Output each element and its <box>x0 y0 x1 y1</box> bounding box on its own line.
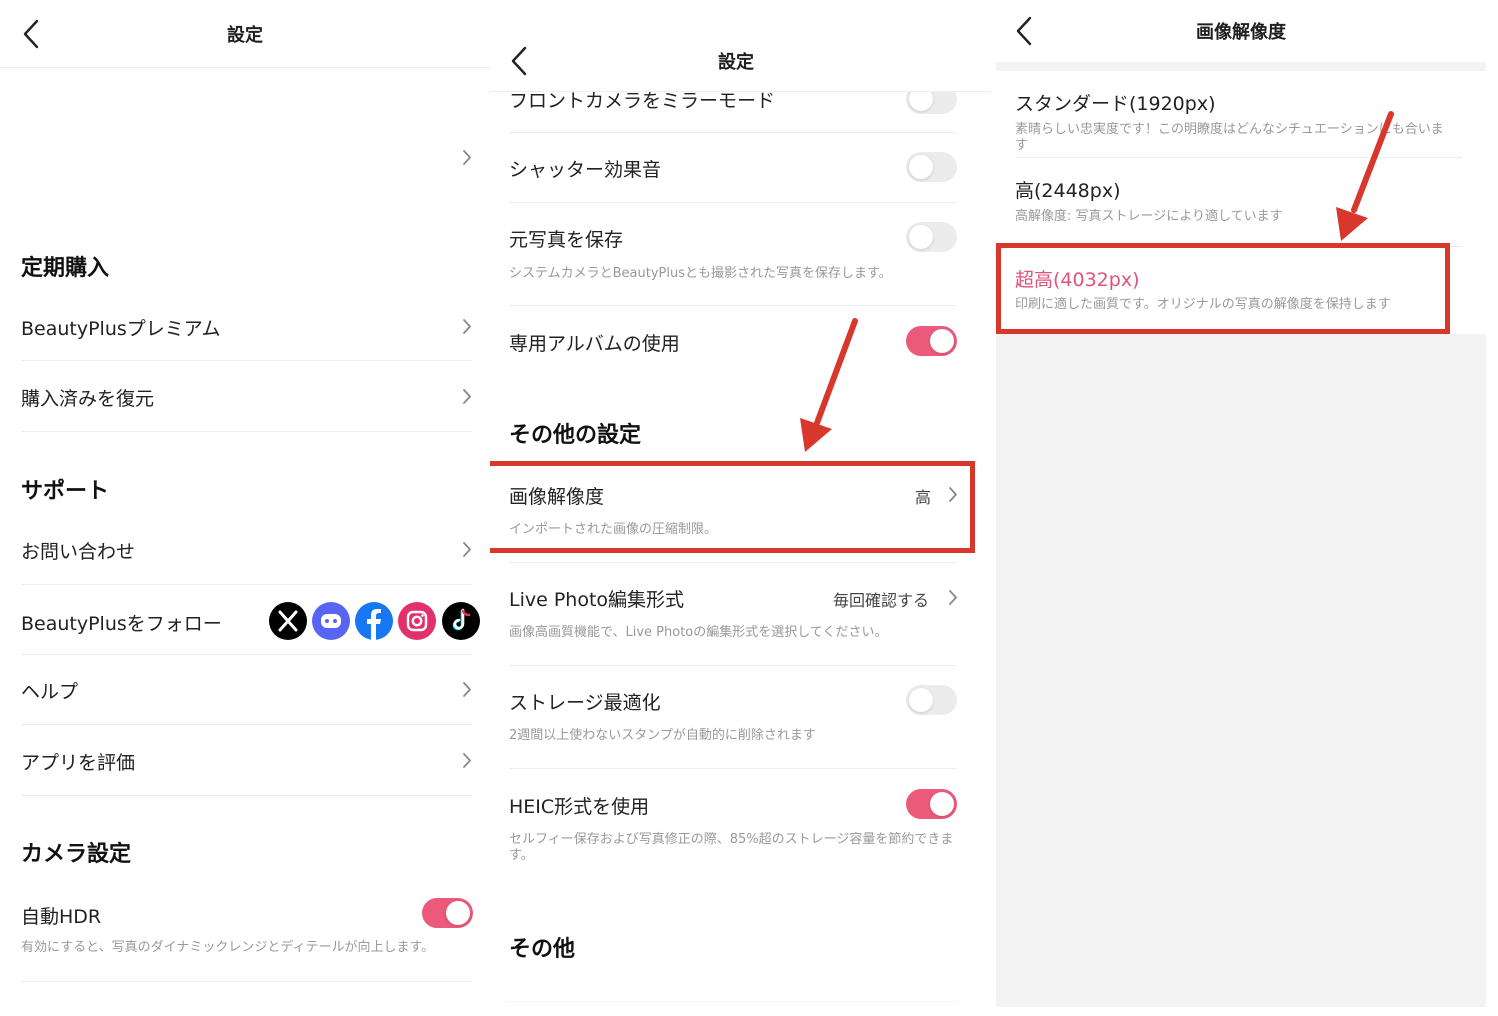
highlight-box <box>996 243 1450 334</box>
high-label: 高(2448px) <box>1015 180 1121 202</box>
chevron-right-icon <box>463 753 471 768</box>
rate-item[interactable]: アプリを評価 <box>21 744 472 794</box>
chevron-right-icon <box>463 319 471 334</box>
save-original-description: システムカメラとBeautyPlusとも撮影された写真を保存します。 <box>509 266 892 281</box>
page-title: 設定 <box>227 24 263 46</box>
page-title: 画像解像度 <box>1196 22 1286 43</box>
standard-label: スタンダード(1920px) <box>1015 93 1216 115</box>
live-photo-description: 画像高画質機能で、Live Photoの編集形式を選択してください。 <box>509 625 888 640</box>
hdr-toggle[interactable] <box>422 898 473 928</box>
divider <box>21 724 472 725</box>
shutter-toggle[interactable] <box>906 152 957 182</box>
divider <box>509 132 957 133</box>
premium-item[interactable]: BeautyPlusプレミアム <box>21 310 472 360</box>
header: 設定 <box>490 30 990 92</box>
annotation-arrow <box>800 318 858 452</box>
page-title: 設定 <box>718 51 754 73</box>
divider <box>509 768 957 769</box>
hdr-description: 有効にすると、写真のダイナミックレンジとディテールが向上します。 <box>21 940 435 955</box>
discord-icon[interactable] <box>312 602 350 640</box>
divider <box>509 202 957 203</box>
divider <box>21 795 472 796</box>
save-original-label: 元写真を保存 <box>509 229 624 251</box>
divider <box>509 562 957 563</box>
facebook-icon[interactable] <box>355 602 393 640</box>
follow-label: BeautyPlusをフォロー <box>21 613 222 635</box>
annotation-arrow <box>1336 111 1394 241</box>
divider <box>509 1001 957 1002</box>
divider <box>509 305 957 306</box>
option-standard[interactable]: スタンダード(1920px) 素晴らしい忠実度です！この明瞭度はどんなシチュエー… <box>996 72 1486 158</box>
premium-label: BeautyPlusプレミアム <box>21 318 221 340</box>
tiktok-icon[interactable] <box>442 602 480 640</box>
storage-description: 2週間以上使わないスタンプが自動的に削除されます <box>509 728 816 743</box>
highlight-box <box>490 461 975 553</box>
section-support: サポート <box>21 479 110 504</box>
shutter-label: シャッター効果音 <box>509 159 662 181</box>
album-label: 専用アルバムの使用 <box>509 333 680 355</box>
section-other-settings: その他の設定 <box>509 423 642 448</box>
live-photo-label: Live Photo編集形式 <box>509 589 685 611</box>
heic-toggle[interactable] <box>906 789 957 819</box>
divider <box>509 665 957 666</box>
section-camera: カメラ設定 <box>21 842 132 867</box>
chevron-right-icon[interactable] <box>462 149 472 166</box>
chevron-right-icon <box>463 389 471 404</box>
divider <box>21 360 472 361</box>
heic-description: セルフィー保存および写真修正の際、85%超のストレージ容量を節約できます。 <box>509 832 954 863</box>
settings-panel-detail: フロントカメラをミラーモード 設定 シャッター効果音 元写真を保存 システムカメ… <box>490 0 990 1016</box>
rate-label: アプリを評価 <box>21 752 136 774</box>
storage-label: ストレージ最適化 <box>509 692 661 714</box>
live-photo-value: 毎回確認する <box>833 591 930 610</box>
section-other: その他 <box>509 937 576 962</box>
contact-item[interactable]: お問い合わせ <box>21 533 472 583</box>
option-high[interactable]: 高(2448px) 高解像度: 写真ストレージにより適しています <box>996 158 1486 246</box>
chevron-right-icon <box>463 682 471 697</box>
help-label: ヘルプ <box>21 681 79 703</box>
header: 設定 <box>0 0 490 68</box>
restore-item[interactable]: 購入済みを復元 <box>21 380 472 430</box>
restore-label: 購入済みを復元 <box>21 388 155 410</box>
contact-label: お問い合わせ <box>21 541 136 563</box>
settings-panel-main: 設定 定期購入 BeautyPlusプレミアム 購入済みを復元 サポート お問い… <box>0 0 490 1016</box>
section-subscription: 定期購入 <box>21 256 110 281</box>
chevron-right-icon[interactable] <box>948 589 958 606</box>
instagram-icon[interactable] <box>398 602 436 640</box>
help-item[interactable]: ヘルプ <box>21 673 472 723</box>
header: 画像解像度 <box>996 0 1486 62</box>
heic-label: HEIC形式を使用 <box>509 796 650 818</box>
divider <box>21 981 472 982</box>
divider <box>21 431 472 432</box>
x-icon[interactable] <box>269 602 307 640</box>
hdr-item: 自動HDR 有効にすると、写真のダイナミックレンジとディテールが向上します。 <box>21 898 472 968</box>
divider <box>21 654 472 655</box>
save-original-toggle[interactable] <box>906 222 957 252</box>
chevron-right-icon <box>463 542 471 557</box>
album-toggle[interactable] <box>906 326 957 356</box>
resolution-panel: 画像解像度 スタンダード(1920px) 素晴らしい忠実度です！この明瞭度はどん… <box>996 0 1486 1007</box>
storage-toggle[interactable] <box>906 685 957 715</box>
divider <box>21 584 472 585</box>
hdr-label: 自動HDR <box>21 906 102 928</box>
